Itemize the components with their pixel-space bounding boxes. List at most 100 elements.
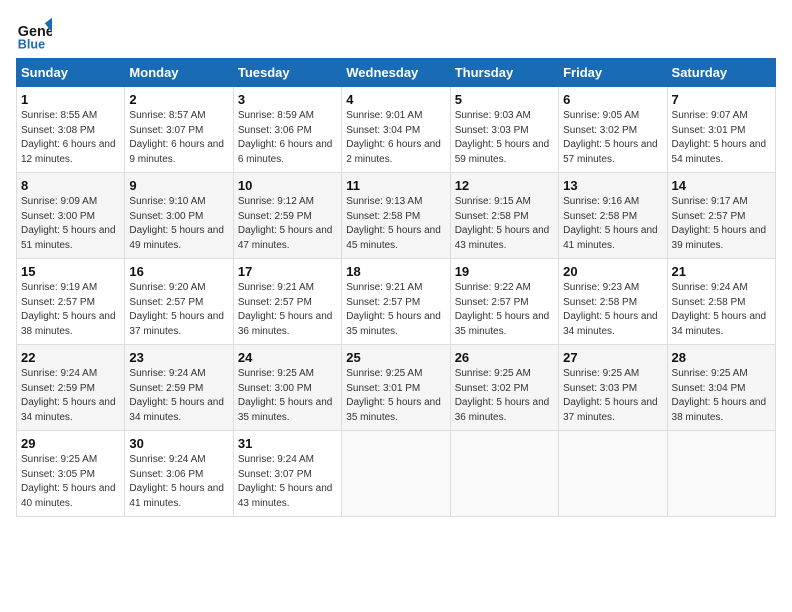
calendar-cell: 29 Sunrise: 9:25 AMSunset: 3:05 PMDaylig… bbox=[17, 431, 125, 517]
day-info: Sunrise: 9:25 AMSunset: 3:00 PMDaylight:… bbox=[238, 368, 333, 423]
calendar-cell bbox=[450, 431, 558, 517]
calendar-week-4: 22 Sunrise: 9:24 AMSunset: 2:59 PMDaylig… bbox=[17, 345, 776, 431]
calendar-cell: 31 Sunrise: 9:24 AMSunset: 3:07 PMDaylig… bbox=[233, 431, 341, 517]
day-info: Sunrise: 9:12 AMSunset: 2:59 PMDaylight:… bbox=[238, 196, 333, 251]
weekday-header-thursday: Thursday bbox=[450, 59, 558, 87]
weekday-header-monday: Monday bbox=[125, 59, 233, 87]
svg-text:Blue: Blue bbox=[18, 37, 45, 51]
calendar-cell: 21 Sunrise: 9:24 AMSunset: 2:58 PMDaylig… bbox=[667, 259, 775, 345]
day-number: 29 bbox=[21, 436, 120, 451]
calendar-cell: 30 Sunrise: 9:24 AMSunset: 3:06 PMDaylig… bbox=[125, 431, 233, 517]
weekday-header-friday: Friday bbox=[559, 59, 667, 87]
day-info: Sunrise: 9:15 AMSunset: 2:58 PMDaylight:… bbox=[455, 196, 550, 251]
day-info: Sunrise: 9:03 AMSunset: 3:03 PMDaylight:… bbox=[455, 110, 550, 165]
day-number: 26 bbox=[455, 350, 554, 365]
page-header: General Blue bbox=[16, 16, 776, 52]
day-number: 17 bbox=[238, 264, 337, 279]
calendar-cell: 9 Sunrise: 9:10 AMSunset: 3:00 PMDayligh… bbox=[125, 173, 233, 259]
calendar-cell: 10 Sunrise: 9:12 AMSunset: 2:59 PMDaylig… bbox=[233, 173, 341, 259]
day-number: 31 bbox=[238, 436, 337, 451]
day-number: 21 bbox=[672, 264, 771, 279]
day-number: 18 bbox=[346, 264, 445, 279]
calendar-cell: 23 Sunrise: 9:24 AMSunset: 2:59 PMDaylig… bbox=[125, 345, 233, 431]
calendar-cell: 24 Sunrise: 9:25 AMSunset: 3:00 PMDaylig… bbox=[233, 345, 341, 431]
day-info: Sunrise: 9:07 AMSunset: 3:01 PMDaylight:… bbox=[672, 110, 767, 165]
day-info: Sunrise: 9:21 AMSunset: 2:57 PMDaylight:… bbox=[346, 282, 441, 337]
day-number: 13 bbox=[563, 178, 662, 193]
calendar-cell: 5 Sunrise: 9:03 AMSunset: 3:03 PMDayligh… bbox=[450, 87, 558, 173]
day-number: 8 bbox=[21, 178, 120, 193]
calendar-cell: 19 Sunrise: 9:22 AMSunset: 2:57 PMDaylig… bbox=[450, 259, 558, 345]
calendar-week-3: 15 Sunrise: 9:19 AMSunset: 2:57 PMDaylig… bbox=[17, 259, 776, 345]
calendar-cell: 15 Sunrise: 9:19 AMSunset: 2:57 PMDaylig… bbox=[17, 259, 125, 345]
day-info: Sunrise: 9:17 AMSunset: 2:57 PMDaylight:… bbox=[672, 196, 767, 251]
day-number: 19 bbox=[455, 264, 554, 279]
day-number: 27 bbox=[563, 350, 662, 365]
calendar-cell: 7 Sunrise: 9:07 AMSunset: 3:01 PMDayligh… bbox=[667, 87, 775, 173]
calendar-cell: 12 Sunrise: 9:15 AMSunset: 2:58 PMDaylig… bbox=[450, 173, 558, 259]
weekday-header-saturday: Saturday bbox=[667, 59, 775, 87]
calendar-cell: 20 Sunrise: 9:23 AMSunset: 2:58 PMDaylig… bbox=[559, 259, 667, 345]
day-info: Sunrise: 9:24 AMSunset: 2:59 PMDaylight:… bbox=[21, 368, 116, 423]
calendar-cell: 22 Sunrise: 9:24 AMSunset: 2:59 PMDaylig… bbox=[17, 345, 125, 431]
calendar-cell: 27 Sunrise: 9:25 AMSunset: 3:03 PMDaylig… bbox=[559, 345, 667, 431]
calendar-cell: 28 Sunrise: 9:25 AMSunset: 3:04 PMDaylig… bbox=[667, 345, 775, 431]
calendar-cell: 26 Sunrise: 9:25 AMSunset: 3:02 PMDaylig… bbox=[450, 345, 558, 431]
day-info: Sunrise: 9:01 AMSunset: 3:04 PMDaylight:… bbox=[346, 110, 441, 165]
day-info: Sunrise: 8:55 AMSunset: 3:08 PMDaylight:… bbox=[21, 110, 116, 165]
day-info: Sunrise: 9:21 AMSunset: 2:57 PMDaylight:… bbox=[238, 282, 333, 337]
calendar-week-2: 8 Sunrise: 9:09 AMSunset: 3:00 PMDayligh… bbox=[17, 173, 776, 259]
logo: General Blue bbox=[16, 16, 56, 52]
calendar-cell: 2 Sunrise: 8:57 AMSunset: 3:07 PMDayligh… bbox=[125, 87, 233, 173]
day-info: Sunrise: 9:25 AMSunset: 3:02 PMDaylight:… bbox=[455, 368, 550, 423]
calendar-cell: 1 Sunrise: 8:55 AMSunset: 3:08 PMDayligh… bbox=[17, 87, 125, 173]
day-number: 14 bbox=[672, 178, 771, 193]
day-info: Sunrise: 9:10 AMSunset: 3:00 PMDaylight:… bbox=[129, 196, 224, 251]
day-number: 25 bbox=[346, 350, 445, 365]
day-number: 22 bbox=[21, 350, 120, 365]
weekday-header-sunday: Sunday bbox=[17, 59, 125, 87]
calendar-cell: 13 Sunrise: 9:16 AMSunset: 2:58 PMDaylig… bbox=[559, 173, 667, 259]
day-info: Sunrise: 9:09 AMSunset: 3:00 PMDaylight:… bbox=[21, 196, 116, 251]
day-number: 11 bbox=[346, 178, 445, 193]
weekday-header-wednesday: Wednesday bbox=[342, 59, 450, 87]
day-info: Sunrise: 9:20 AMSunset: 2:57 PMDaylight:… bbox=[129, 282, 224, 337]
calendar-cell bbox=[667, 431, 775, 517]
day-number: 2 bbox=[129, 92, 228, 107]
calendar-cell: 14 Sunrise: 9:17 AMSunset: 2:57 PMDaylig… bbox=[667, 173, 775, 259]
weekday-header-tuesday: Tuesday bbox=[233, 59, 341, 87]
day-info: Sunrise: 8:59 AMSunset: 3:06 PMDaylight:… bbox=[238, 110, 333, 165]
day-number: 16 bbox=[129, 264, 228, 279]
day-info: Sunrise: 8:57 AMSunset: 3:07 PMDaylight:… bbox=[129, 110, 224, 165]
day-number: 10 bbox=[238, 178, 337, 193]
day-info: Sunrise: 9:25 AMSunset: 3:04 PMDaylight:… bbox=[672, 368, 767, 423]
logo-icon: General Blue bbox=[16, 16, 52, 52]
calendar-cell bbox=[559, 431, 667, 517]
day-number: 3 bbox=[238, 92, 337, 107]
day-info: Sunrise: 9:19 AMSunset: 2:57 PMDaylight:… bbox=[21, 282, 116, 337]
calendar-cell: 25 Sunrise: 9:25 AMSunset: 3:01 PMDaylig… bbox=[342, 345, 450, 431]
day-number: 4 bbox=[346, 92, 445, 107]
day-number: 30 bbox=[129, 436, 228, 451]
day-number: 24 bbox=[238, 350, 337, 365]
day-number: 23 bbox=[129, 350, 228, 365]
day-info: Sunrise: 9:25 AMSunset: 3:03 PMDaylight:… bbox=[563, 368, 658, 423]
day-number: 28 bbox=[672, 350, 771, 365]
calendar-cell: 6 Sunrise: 9:05 AMSunset: 3:02 PMDayligh… bbox=[559, 87, 667, 173]
day-number: 1 bbox=[21, 92, 120, 107]
day-info: Sunrise: 9:24 AMSunset: 3:06 PMDaylight:… bbox=[129, 454, 224, 509]
day-info: Sunrise: 9:13 AMSunset: 2:58 PMDaylight:… bbox=[346, 196, 441, 251]
day-info: Sunrise: 9:16 AMSunset: 2:58 PMDaylight:… bbox=[563, 196, 658, 251]
day-number: 12 bbox=[455, 178, 554, 193]
day-number: 5 bbox=[455, 92, 554, 107]
day-info: Sunrise: 9:24 AMSunset: 2:58 PMDaylight:… bbox=[672, 282, 767, 337]
calendar-week-1: 1 Sunrise: 8:55 AMSunset: 3:08 PMDayligh… bbox=[17, 87, 776, 173]
day-info: Sunrise: 9:25 AMSunset: 3:05 PMDaylight:… bbox=[21, 454, 116, 509]
calendar-table: SundayMondayTuesdayWednesdayThursdayFrid… bbox=[16, 58, 776, 517]
day-number: 9 bbox=[129, 178, 228, 193]
calendar-cell: 16 Sunrise: 9:20 AMSunset: 2:57 PMDaylig… bbox=[125, 259, 233, 345]
calendar-cell bbox=[342, 431, 450, 517]
day-info: Sunrise: 9:24 AMSunset: 2:59 PMDaylight:… bbox=[129, 368, 224, 423]
day-number: 20 bbox=[563, 264, 662, 279]
calendar-week-5: 29 Sunrise: 9:25 AMSunset: 3:05 PMDaylig… bbox=[17, 431, 776, 517]
